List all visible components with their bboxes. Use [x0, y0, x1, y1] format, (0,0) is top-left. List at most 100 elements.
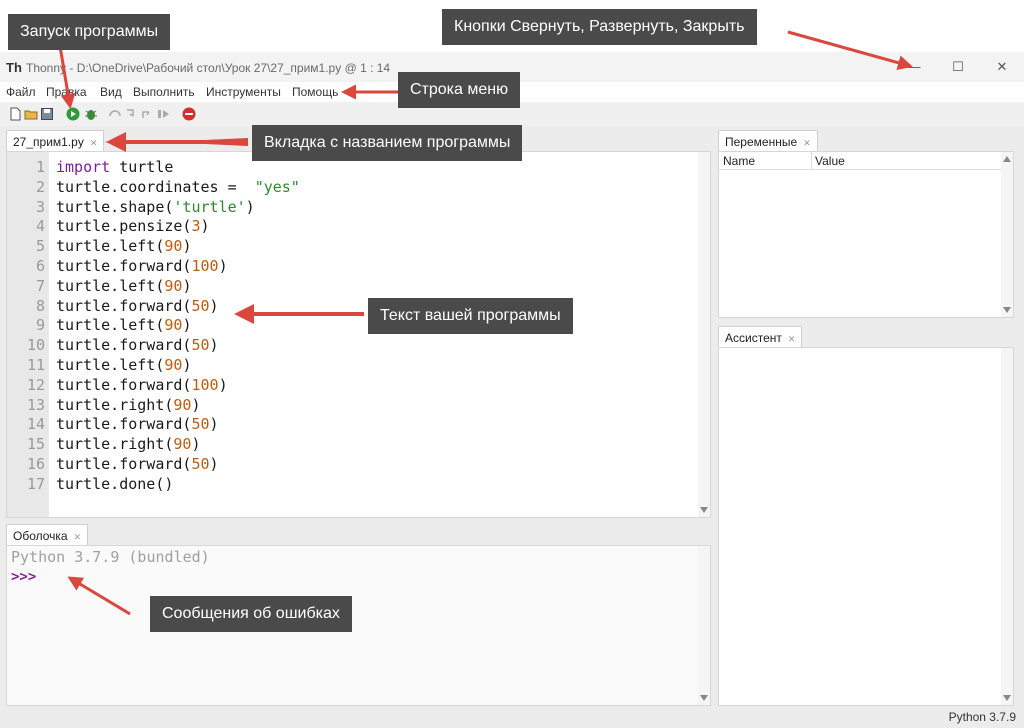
code-token: 50 [191, 296, 210, 315]
variables-header: Name Value [719, 152, 1001, 170]
step-out-icon[interactable] [140, 107, 154, 121]
code-token: turtle.pensize( [56, 217, 192, 236]
tab-shell[interactable]: Оболочка ✕ [6, 524, 89, 546]
shell-prompt[interactable]: >>> [11, 569, 36, 585]
close-tab-icon[interactable]: ✕ [788, 334, 796, 344]
shell-banner: Python 3.7.9 (bundled) [11, 548, 210, 566]
step-over-icon[interactable] [108, 107, 122, 121]
code-line[interactable]: turtle.forward(100) [56, 376, 228, 394]
annotation-program-text: Текст вашей программы [368, 298, 573, 334]
annotation-errors: Сообщения об ошибках [150, 596, 352, 632]
code-token: turtle.left( [56, 237, 165, 256]
code-line[interactable]: turtle.left(90) [56, 316, 191, 334]
code-token: import [56, 158, 111, 176]
code-token: ) [200, 217, 210, 236]
code-line[interactable]: turtle.left(90) [56, 356, 191, 374]
editor-scrollbar[interactable] [698, 152, 710, 517]
code-line[interactable]: turtle.forward(50) [56, 297, 219, 315]
line-number: 6 [35, 257, 45, 275]
code-token: ) [209, 455, 219, 473]
code-token: 50 [191, 455, 210, 473]
assistant-tab-label: Ассистент [725, 331, 782, 345]
close-tab-icon[interactable]: ✕ [803, 138, 811, 148]
code-token: turtle.left( [56, 276, 165, 295]
assistant-pane [718, 347, 1014, 706]
line-number: 11 [26, 356, 45, 374]
code-token: turtle.coordinates = [56, 177, 255, 196]
code-line[interactable]: turtle.right(90) [56, 396, 201, 414]
code-line[interactable]: turtle.right(90) [56, 435, 201, 453]
code-line[interactable]: turtle.pensize(3) [56, 217, 210, 235]
code-token: turtle [110, 158, 174, 176]
code-token: ) [209, 415, 219, 434]
resume-icon[interactable] [156, 107, 170, 121]
close-tab-icon[interactable]: ✕ [74, 532, 82, 542]
line-number: 17 [26, 474, 45, 493]
menu-item-file[interactable]: Файл [6, 85, 36, 99]
code-line[interactable]: turtle.forward(50) [56, 455, 219, 473]
line-number: 1 [35, 158, 45, 176]
code-token: turtle.right( [56, 435, 174, 454]
step-into-icon[interactable] [124, 107, 138, 121]
code-token: ) [182, 316, 192, 335]
line-number: 4 [35, 217, 45, 236]
maximize-button[interactable]: ☐ [944, 58, 972, 76]
code-line[interactable]: turtle.shape('turtle') [56, 198, 255, 216]
code-token: ) [182, 237, 192, 256]
annotation-tab: Вкладка с названием программы [252, 125, 523, 161]
assistant-scrollbar[interactable] [1001, 348, 1013, 705]
line-number: 8 [35, 296, 45, 315]
thonny-logo-icon: Th [6, 60, 22, 75]
scroll-down-icon[interactable] [1003, 307, 1011, 313]
code-line[interactable]: turtle.forward(50) [56, 415, 219, 433]
code-line[interactable]: turtle.done() [56, 475, 173, 493]
code-line[interactable]: turtle.forward(50) [56, 336, 219, 354]
debug-icon[interactable] [84, 107, 98, 121]
scroll-down-icon[interactable] [700, 695, 708, 701]
tab-variables[interactable]: Переменные ✕ [718, 130, 818, 152]
menu-item-run[interactable]: Выполнить [133, 85, 195, 99]
new-file-icon[interactable] [8, 107, 22, 121]
variables-pane: Name Value [718, 151, 1014, 318]
menu-item-tools[interactable]: Инструменты [206, 85, 281, 99]
line-number: 13 [26, 395, 45, 414]
code-token: turtle.forward( [56, 257, 192, 275]
editor-pane[interactable]: 1 2 3 4 5 6 7 8 9 10 11 12 13 14 15 16 17 import turtle t… [6, 151, 711, 518]
column-header-name[interactable]: Name [723, 154, 755, 168]
annotation-run: Запуск программы [8, 14, 171, 50]
line-number: 10 [26, 336, 45, 355]
run-icon[interactable] [66, 107, 80, 121]
shell-pane[interactable]: Python 3.7.9 (bundled) >>> [6, 545, 711, 706]
code-token: turtle.forward( [56, 415, 192, 434]
code-token: turtle.forward( [56, 336, 192, 355]
column-header-value[interactable]: Value [815, 154, 845, 168]
annotation-window-buttons: Кнопки Свернуть, Развернуть, Закрыть [442, 9, 757, 45]
line-number: 14 [26, 415, 45, 434]
scroll-down-icon[interactable] [1003, 695, 1011, 701]
close-tab-icon[interactable]: ✕ [90, 138, 98, 148]
open-folder-icon[interactable] [24, 107, 38, 121]
menu-item-view[interactable]: Вид [100, 85, 122, 99]
minimize-button[interactable]: — [900, 58, 928, 76]
code-line[interactable]: turtle.left(90) [56, 237, 191, 255]
close-button[interactable]: ✕ [988, 58, 1016, 76]
scroll-up-icon[interactable] [1003, 156, 1011, 162]
scroll-down-icon[interactable] [700, 507, 708, 513]
code-line[interactable]: turtle.coordinates = "yes" [56, 178, 300, 196]
line-number: 2 [35, 177, 45, 196]
code-token: 90 [164, 276, 183, 295]
code-line[interactable]: turtle.left(90) [56, 277, 191, 295]
code-line[interactable]: turtle.forward(100) [56, 257, 228, 275]
code-line[interactable]: import turtle [56, 158, 173, 176]
shell-scrollbar[interactable] [698, 546, 710, 705]
tab-editor-file[interactable]: 27_прим1.py ✕ [6, 130, 105, 152]
menu-item-help[interactable]: Помощь [292, 85, 338, 99]
code-token: 90 [173, 435, 192, 454]
code-token: turtle.forward( [56, 296, 192, 315]
column-divider[interactable] [811, 152, 812, 169]
tab-assistant[interactable]: Ассистент ✕ [718, 326, 803, 348]
save-icon[interactable] [40, 107, 54, 121]
variables-scrollbar[interactable] [1001, 152, 1013, 317]
stop-icon[interactable] [182, 107, 196, 121]
menu-item-edit[interactable]: Правка [46, 85, 87, 99]
